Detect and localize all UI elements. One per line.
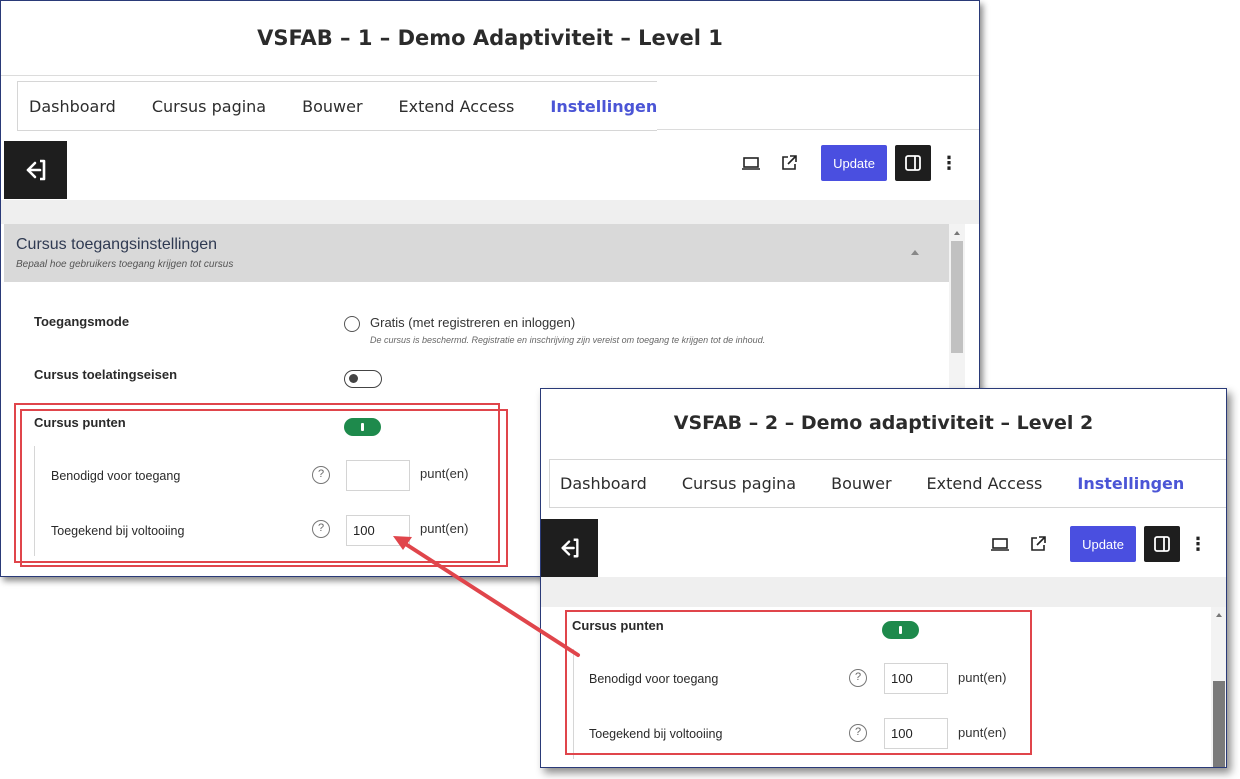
comparison-arrow bbox=[393, 536, 580, 657]
